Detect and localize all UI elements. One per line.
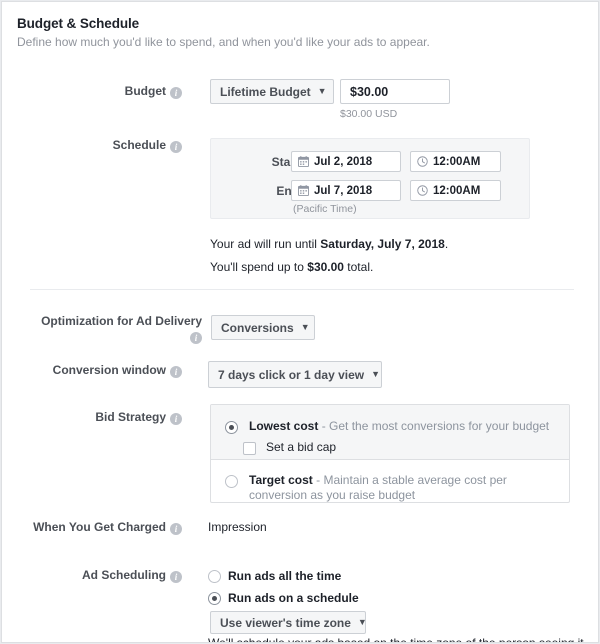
end-date-field[interactable]: Jul 7, 2018 bbox=[291, 180, 401, 201]
bid-strategy-options: Lowest cost - Get the most conversions f… bbox=[210, 404, 570, 503]
timezone-value: Use viewer's time zone bbox=[220, 615, 351, 630]
calendar-icon bbox=[298, 185, 309, 196]
end-time-field[interactable]: 12:00AM bbox=[410, 180, 501, 201]
bid-option-lowest-cost-desc: Get the most conversions for your budget bbox=[329, 419, 550, 433]
charged-label: When You Get Charged i bbox=[22, 520, 182, 535]
end-time-value: 12:00AM bbox=[433, 184, 481, 197]
info-icon[interactable]: i bbox=[170, 523, 182, 535]
start-date-value: Jul 2, 2018 bbox=[314, 155, 373, 168]
info-icon[interactable]: i bbox=[190, 332, 202, 344]
budget-schedule-card: Budget & Schedule Define how much you'd … bbox=[1, 1, 599, 643]
optimization-label: Optimization for Ad Delivery i bbox=[22, 314, 202, 344]
start-time-value: 12:00AM bbox=[433, 155, 481, 168]
bid-option-lowest-cost-text: Lowest cost - Get the most conversions f… bbox=[249, 419, 549, 434]
ad-scheduling-label-text: Ad Scheduling bbox=[82, 568, 166, 582]
page-subtitle: Define how much you'd like to spend, and… bbox=[17, 35, 430, 49]
spend-suffix: total. bbox=[343, 260, 374, 274]
ad-scheduling-footer-note: We'll schedule your ads based on the tim… bbox=[208, 636, 584, 643]
bid-strategy-label: Bid Strategy i bbox=[42, 410, 182, 425]
run-on-schedule-label: Run ads on a schedule bbox=[228, 591, 359, 605]
schedule-label: Schedule i bbox=[42, 138, 182, 153]
budget-label-text: Budget bbox=[124, 84, 166, 98]
bid-option-target-cost-text: Target cost - Maintain a stable average … bbox=[249, 473, 554, 502]
bid-option-target-cost-name: Target cost bbox=[249, 473, 313, 487]
chevron-down-icon: ▼ bbox=[300, 322, 310, 332]
clock-icon bbox=[417, 185, 428, 196]
run-until-prefix: Your ad will run until bbox=[210, 237, 321, 251]
schedule-panel: Start Jul 2, 2018 12:00AM End Jul 7, 201… bbox=[210, 138, 530, 219]
optimization-select[interactable]: Conversions ▼ bbox=[211, 315, 315, 340]
info-icon[interactable]: i bbox=[170, 413, 182, 425]
conversion-window-value: 7 days click or 1 day view bbox=[218, 367, 365, 382]
schedule-label-text: Schedule bbox=[112, 138, 166, 152]
run-until-suffix: . bbox=[444, 237, 449, 251]
budget-label: Budget i bbox=[42, 84, 182, 99]
radio-lowest-cost[interactable] bbox=[225, 421, 238, 434]
bid-option-separator: - bbox=[312, 473, 324, 487]
budget-type-select[interactable]: Lifetime Budget ▼ bbox=[210, 79, 334, 104]
end-date-value: Jul 7, 2018 bbox=[314, 184, 373, 197]
chevron-down-icon: ▼ bbox=[317, 86, 327, 96]
timezone-select[interactable]: Use viewer's time zone ▼ bbox=[210, 611, 367, 634]
info-icon[interactable]: i bbox=[170, 366, 182, 378]
section-divider bbox=[30, 289, 574, 290]
budget-currency-note: $30.00 USD bbox=[340, 108, 398, 120]
chevron-down-icon: ▼ bbox=[357, 617, 367, 627]
info-icon[interactable]: i bbox=[170, 571, 182, 583]
conversion-window-label-text: Conversion window bbox=[52, 363, 166, 377]
optimization-value: Conversions bbox=[221, 320, 294, 335]
charged-value: Impression bbox=[208, 520, 267, 534]
budget-amount-input[interactable]: $30.00 bbox=[340, 79, 450, 104]
spend-total-text: You'll spend up to $30.00 total. bbox=[210, 260, 373, 274]
chevron-down-icon: ▼ bbox=[371, 369, 381, 379]
spend-prefix: You'll spend up to bbox=[210, 260, 308, 274]
timezone-note: (Pacific Time) bbox=[293, 203, 357, 215]
optimization-label-text: Optimization for Ad Delivery bbox=[41, 314, 202, 328]
conversion-window-select[interactable]: 7 days click or 1 day view ▼ bbox=[208, 361, 382, 388]
bid-option-lowest-cost-name: Lowest cost bbox=[249, 419, 319, 433]
calendar-icon bbox=[298, 156, 309, 167]
page-title: Budget & Schedule bbox=[17, 16, 140, 31]
set-bid-cap-label: Set a bid cap bbox=[266, 440, 337, 454]
bid-strategy-label-text: Bid Strategy bbox=[95, 410, 166, 424]
start-date-field[interactable]: Jul 2, 2018 bbox=[291, 151, 401, 172]
budget-amount-value: $30.00 bbox=[350, 84, 389, 99]
checkbox-set-bid-cap[interactable] bbox=[243, 442, 256, 455]
bid-option-separator: - bbox=[318, 419, 330, 433]
schedule-end-label: End bbox=[276, 184, 299, 198]
charged-label-text: When You Get Charged bbox=[33, 520, 166, 534]
conversion-window-label: Conversion window i bbox=[42, 363, 182, 378]
info-icon[interactable]: i bbox=[170, 87, 182, 99]
start-time-field[interactable]: 12:00AM bbox=[410, 151, 501, 172]
radio-target-cost[interactable] bbox=[225, 475, 238, 488]
radio-run-all-the-time[interactable] bbox=[208, 570, 221, 583]
budget-type-value: Lifetime Budget bbox=[220, 84, 311, 99]
schedule-start-label: Start bbox=[271, 155, 299, 169]
run-until-date: Saturday, July 7, 2018 bbox=[320, 237, 445, 251]
radio-run-on-schedule[interactable] bbox=[208, 592, 221, 605]
ad-scheduling-label: Ad Scheduling i bbox=[42, 568, 182, 583]
info-icon[interactable]: i bbox=[170, 141, 182, 153]
run-until-text: Your ad will run until Saturday, July 7,… bbox=[210, 237, 448, 251]
run-all-the-time-label: Run ads all the time bbox=[228, 569, 342, 583]
clock-icon bbox=[417, 156, 428, 167]
spend-amount: $30.00 bbox=[307, 260, 344, 274]
